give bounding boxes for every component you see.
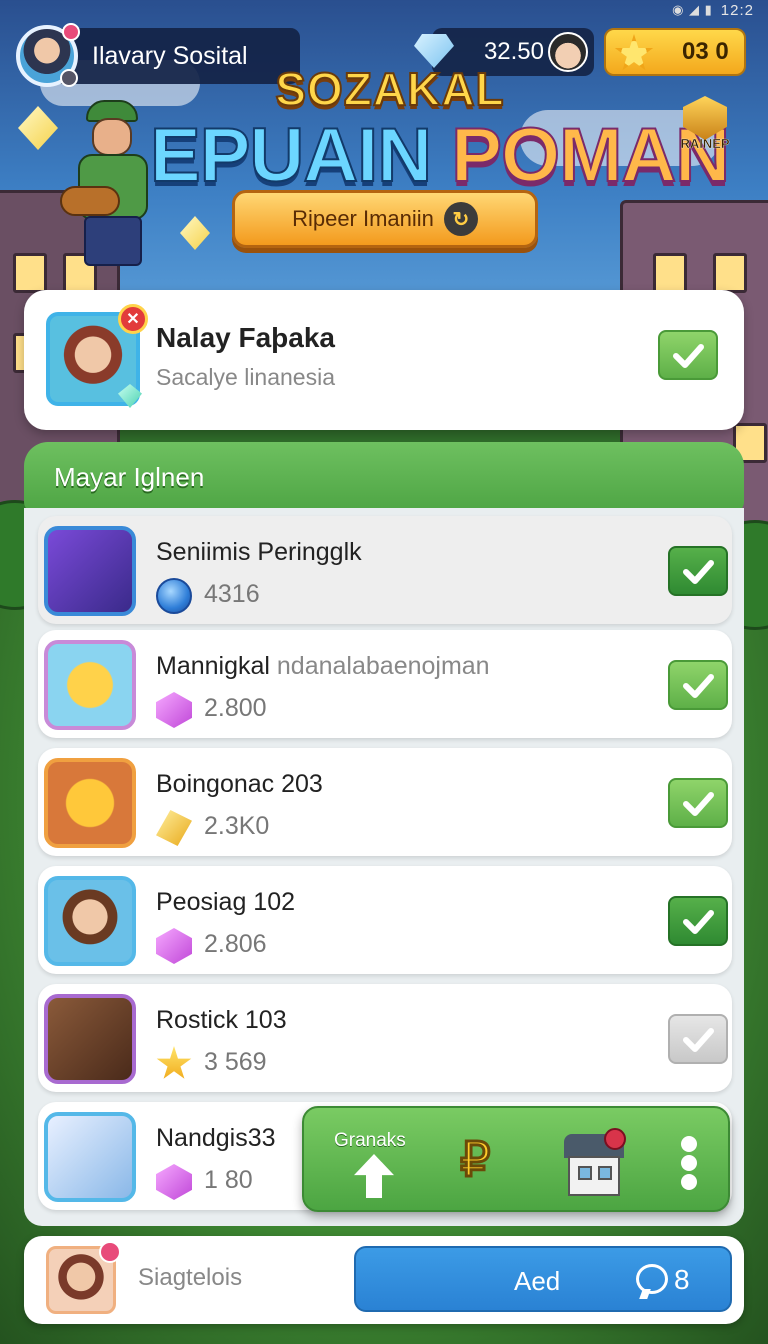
section-header: Mayar Iglnen — [24, 442, 744, 512]
list-item[interactable]: Mannigkal ndanalabaenojman 2.800 — [38, 630, 732, 738]
check-icon — [683, 910, 714, 934]
item-checkbox[interactable] — [668, 546, 728, 596]
player-card[interactable]: ✕ Nalay Faþaka Sacalye linanesia — [24, 290, 744, 430]
item-name: Nandgis33 — [156, 1124, 276, 1152]
gem-icon — [156, 1164, 192, 1200]
gold-coin-stack-icon — [44, 758, 136, 848]
item-value: 1 80 — [204, 1166, 253, 1194]
item-name: Seniimis Peringglk — [156, 538, 362, 566]
player-avatar[interactable]: ✕ — [46, 304, 148, 408]
item-value: 2.3K0 — [204, 812, 270, 840]
flower-icon — [99, 1241, 121, 1263]
character-portrait-icon — [44, 876, 136, 966]
item-name: Rostick 103 — [156, 1006, 287, 1034]
add-button[interactable]: Aed 8 — [354, 1246, 732, 1312]
message-count: 8 — [674, 1264, 690, 1295]
status-bar: ◉ ◢ ▮ 12:2 — [672, 0, 754, 20]
title-word-1: EPUAIN — [149, 112, 433, 199]
rose-icon — [604, 1128, 626, 1150]
friend-avatar[interactable] — [548, 32, 588, 72]
check-icon — [683, 560, 714, 584]
house-icon[interactable] — [562, 1128, 626, 1196]
item-name: Mannigkal ndanalabaenojman — [156, 652, 490, 680]
gem-icon — [156, 692, 192, 728]
play-button[interactable]: Ripeer Imaniin ↻ — [232, 190, 538, 248]
more-vertical-icon[interactable] — [678, 1136, 700, 1190]
item-checkbox[interactable] — [668, 778, 728, 828]
star-coin-icon — [614, 34, 654, 71]
bottom-label: Siagtelois — [138, 1264, 243, 1291]
signal-icons: ◉ ◢ ▮ — [672, 2, 713, 17]
list-item[interactable]: Rostick 103 3 569 — [38, 984, 732, 1092]
chat-icon — [636, 1264, 668, 1294]
game-title-line2: EPUAIN POMAN — [149, 112, 731, 199]
check-icon — [673, 344, 704, 368]
list-item[interactable]: Peosiag 102 2.806 — [38, 866, 732, 974]
bottom-bar: Siagtelois Aed 8 — [24, 1236, 744, 1324]
profile-name: Ilavary Sosital — [92, 41, 248, 70]
item-checkbox[interactable] — [668, 1014, 728, 1064]
player-checkbox[interactable] — [658, 330, 718, 380]
star-icon — [156, 1046, 192, 1079]
badge-icon — [60, 69, 78, 87]
item-value: 2.806 — [204, 930, 267, 958]
chocolate-chest-icon — [44, 994, 136, 1084]
check-icon — [683, 792, 714, 816]
check-icon — [683, 674, 714, 698]
item-checkbox[interactable] — [668, 896, 728, 946]
avatar[interactable] — [16, 23, 80, 87]
bottom-avatar[interactable] — [46, 1241, 121, 1314]
game-title-line1: SOZAKAL — [274, 62, 505, 116]
item-value: 4316 — [204, 580, 260, 608]
player-subtitle: Sacalye linanesia — [156, 364, 336, 390]
gold-coin-icon — [44, 640, 136, 730]
add-button-label: Aed — [514, 1266, 561, 1296]
check-icon — [683, 1028, 714, 1052]
coin-amount: 03 0 — [682, 38, 729, 65]
refresh-arrow-icon: ↻ — [443, 202, 478, 236]
item-name: Peosiag 102 — [156, 888, 296, 916]
silver-bars-icon — [44, 1112, 136, 1202]
coin-counter[interactable]: 03 0 — [604, 28, 746, 76]
action-bar: Granaks ₽ — [302, 1106, 730, 1212]
profile-chip[interactable]: Ilavary Sosital — [16, 23, 300, 87]
up-arrow-icon[interactable] — [354, 1154, 394, 1198]
action-bar-label: Granaks — [334, 1130, 406, 1151]
gem-badge-icon — [118, 384, 142, 408]
hero-portrait-icon — [44, 526, 136, 616]
item-value: 3 569 — [204, 1048, 267, 1076]
list-item[interactable]: Boingonac 203 2.3K0 — [38, 748, 732, 856]
list-item[interactable]: Seniimis Peringglk 4316 — [38, 516, 732, 624]
clock: 12:2 — [720, 1, 754, 19]
gold-icon — [156, 810, 192, 846]
play-button-label: Ripeer Imaniin — [292, 206, 434, 231]
crest-icon — [683, 96, 727, 140]
section-title: Mayar Iglnen — [54, 461, 205, 492]
close-badge-icon: ✕ — [118, 304, 148, 334]
player-name: Nalay Faþaka — [156, 322, 335, 353]
item-name: Boingonac 203 — [156, 770, 323, 798]
item-checkbox[interactable] — [668, 660, 728, 710]
item-value: 2.800 — [204, 694, 267, 722]
flower-icon — [62, 23, 80, 41]
coin-symbol-icon[interactable]: ₽ — [459, 1132, 491, 1188]
gem-icon — [156, 928, 192, 964]
orb-icon — [156, 578, 192, 614]
rank-badge[interactable]: RAINEP — [672, 96, 738, 166]
